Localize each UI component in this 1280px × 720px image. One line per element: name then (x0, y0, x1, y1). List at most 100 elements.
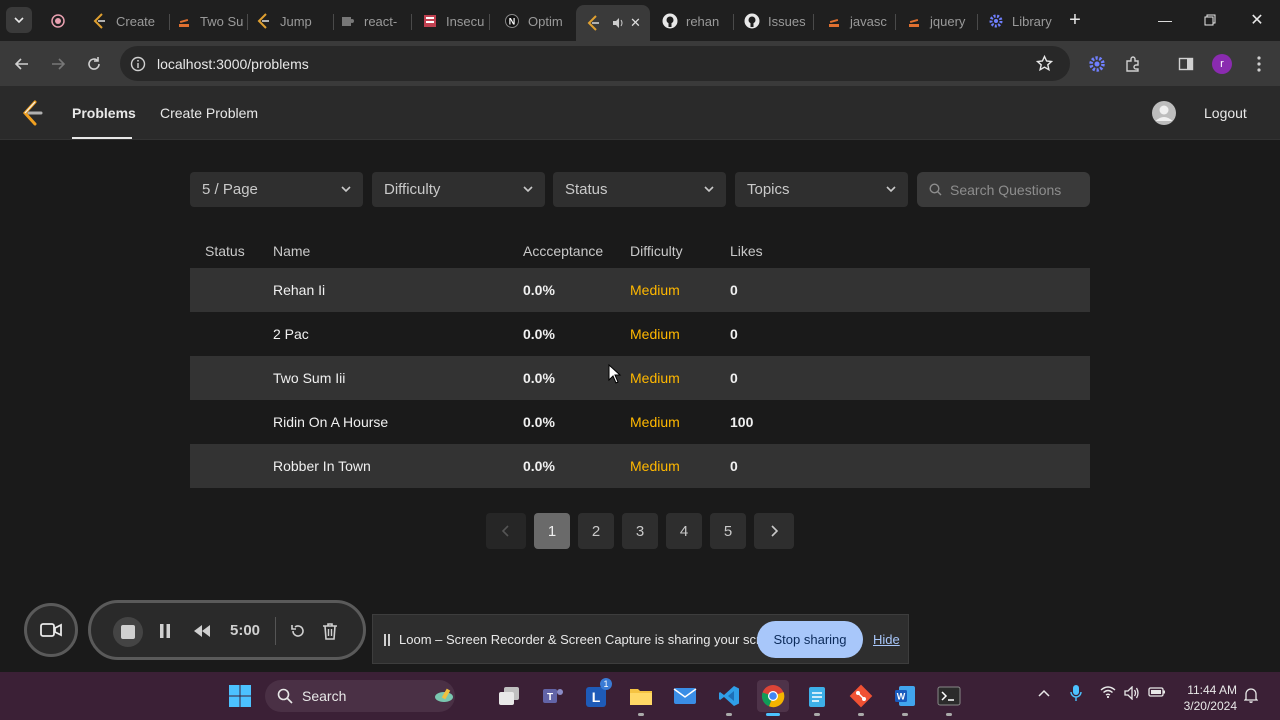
column-header-acceptance[interactable]: Accceptance (523, 243, 603, 259)
problem-name-link[interactable]: Two Sum Iii (273, 370, 345, 386)
wifi-icon[interactable] (1100, 686, 1116, 701)
taskbar-chrome[interactable] (757, 680, 789, 712)
site-info-icon[interactable] (130, 56, 146, 77)
nav-problems[interactable]: Problems (72, 105, 136, 121)
taskbar-task-view[interactable] (493, 680, 525, 712)
page-button-5[interactable]: 5 (710, 513, 746, 549)
reload-button[interactable] (81, 51, 107, 77)
tab-jump[interactable]: Jump (256, 6, 334, 36)
tab-optim[interactable]: N Optim (504, 6, 572, 36)
column-header-likes[interactable]: Likes (730, 243, 763, 259)
taskbar-word[interactable]: W (889, 680, 921, 712)
table-row[interactable]: Rehan Ii 0.0% Medium 0 (190, 268, 1090, 312)
problem-name-link[interactable]: Rehan Ii (273, 282, 325, 298)
back-button[interactable] (9, 51, 35, 77)
page-button-2[interactable]: 2 (578, 513, 614, 549)
tab-problems-active[interactable]: ✕ (576, 5, 650, 41)
notification-bell-icon[interactable] (1243, 687, 1259, 706)
page-button-3[interactable]: 3 (622, 513, 658, 549)
taskbar-search[interactable]: Search (265, 680, 455, 712)
extensions-button[interactable] (1120, 51, 1146, 77)
taskbar-mail[interactable] (669, 680, 701, 712)
tab-search-button[interactable] (6, 7, 32, 33)
column-header-name[interactable]: Name (273, 243, 310, 259)
taskbar-git[interactable] (845, 680, 877, 712)
search-input[interactable] (950, 181, 1085, 198)
taskbar-l-app[interactable]: L 1 (581, 678, 613, 712)
tab-create[interactable]: Create (92, 6, 170, 36)
battery-icon[interactable] (1148, 686, 1166, 701)
drag-handle-icon[interactable] (383, 633, 391, 652)
svg-text:W: W (897, 692, 906, 702)
start-button[interactable] (224, 680, 256, 712)
profile-button[interactable]: r (1209, 51, 1235, 77)
teams-icon: T (543, 689, 563, 703)
taskbar-notepad[interactable] (801, 680, 833, 712)
tab-insecure[interactable]: Insecu (422, 6, 490, 36)
forward-button[interactable] (45, 51, 71, 77)
problem-name-link[interactable]: 2 Pac (273, 326, 309, 342)
table-row[interactable]: 2 Pac 0.0% Medium 0 (190, 312, 1090, 356)
tab-label: Two Su (200, 13, 244, 29)
side-panel-icon (1178, 57, 1194, 71)
difficulty-select[interactable]: Difficulty (372, 172, 545, 207)
taskbar-terminal[interactable] (933, 680, 965, 712)
new-tab-button[interactable]: + (1063, 8, 1087, 32)
stackoverflow-icon (826, 13, 842, 29)
tab-react[interactable]: react- (340, 6, 412, 36)
loom-delete-button[interactable] (319, 620, 341, 642)
close-tab-icon[interactable]: ✕ (630, 15, 641, 31)
page-size-select[interactable]: 5 / Page (190, 172, 363, 207)
loom-rewind-button[interactable] (191, 620, 213, 642)
column-header-difficulty[interactable]: Difficulty (630, 243, 683, 259)
minimize-button[interactable]: — (1153, 8, 1177, 32)
tab-javascript[interactable]: javasc (826, 6, 896, 36)
status-select[interactable]: Status (553, 172, 726, 207)
table-row[interactable]: Two Sum Iii 0.0% Medium 0 (190, 356, 1090, 400)
tab-rehan[interactable]: rehan (662, 6, 734, 36)
side-panel-button[interactable] (1173, 51, 1199, 77)
logout-button[interactable]: Logout (1204, 105, 1247, 121)
loom-pause-button[interactable] (154, 620, 176, 642)
stop-sharing-button[interactable]: Stop sharing (757, 621, 863, 658)
microphone-icon[interactable] (1070, 684, 1082, 705)
table-row[interactable]: Ridin On A Hourse 0.0% Medium 100 (190, 400, 1090, 444)
page-button-1[interactable]: 1 (534, 513, 570, 549)
problem-name-link[interactable]: Ridin On A Hourse (273, 414, 388, 430)
next-page-button[interactable] (754, 513, 794, 549)
hide-link[interactable]: Hide (873, 632, 900, 647)
loom-stop-button[interactable] (113, 617, 143, 647)
nav-create-problem[interactable]: Create Problem (160, 105, 258, 121)
stackoverflow-icon (176, 13, 192, 29)
browser-menu-button[interactable] (1246, 51, 1272, 77)
address-bar[interactable]: localhost:3000/problems (120, 46, 1070, 81)
tab-loom[interactable] (50, 6, 78, 36)
extension-gear-button[interactable] (1084, 51, 1110, 77)
tray-overflow-icon[interactable] (1038, 686, 1050, 700)
close-window-button[interactable]: ✕ (1245, 8, 1269, 32)
speaker-icon[interactable] (610, 15, 626, 31)
clock[interactable]: 11:44 AM 3/20/2024 (1181, 682, 1237, 714)
difficulty-badge: Medium (630, 326, 680, 342)
tab-library[interactable]: Library (988, 6, 1060, 36)
volume-icon[interactable] (1124, 685, 1140, 703)
taskbar-teams[interactable]: T (537, 680, 569, 712)
loom-restart-button[interactable] (287, 620, 309, 642)
leetcode-icon (586, 15, 602, 31)
column-header-status[interactable]: Status (205, 243, 245, 259)
taskbar-file-explorer[interactable] (625, 680, 657, 712)
user-avatar-icon[interactable] (1152, 101, 1176, 130)
table-row[interactable]: Robber In Town 0.0% Medium 0 (190, 444, 1090, 488)
tab-jquery[interactable]: jquery (906, 6, 978, 36)
tab-issues[interactable]: Issues (744, 6, 814, 36)
prev-page-button[interactable] (486, 513, 526, 549)
taskbar-vscode[interactable] (713, 680, 745, 712)
bookmark-star-icon[interactable] (1035, 54, 1054, 77)
topics-select[interactable]: Topics (735, 172, 908, 207)
restore-button[interactable] (1198, 8, 1222, 32)
loom-camera-button[interactable] (24, 603, 78, 657)
tab-two-sum[interactable]: Two Su (176, 6, 248, 36)
page-button-4[interactable]: 4 (666, 513, 702, 549)
problem-name-link[interactable]: Robber In Town (273, 458, 371, 474)
app-logo-icon[interactable] (20, 100, 44, 131)
